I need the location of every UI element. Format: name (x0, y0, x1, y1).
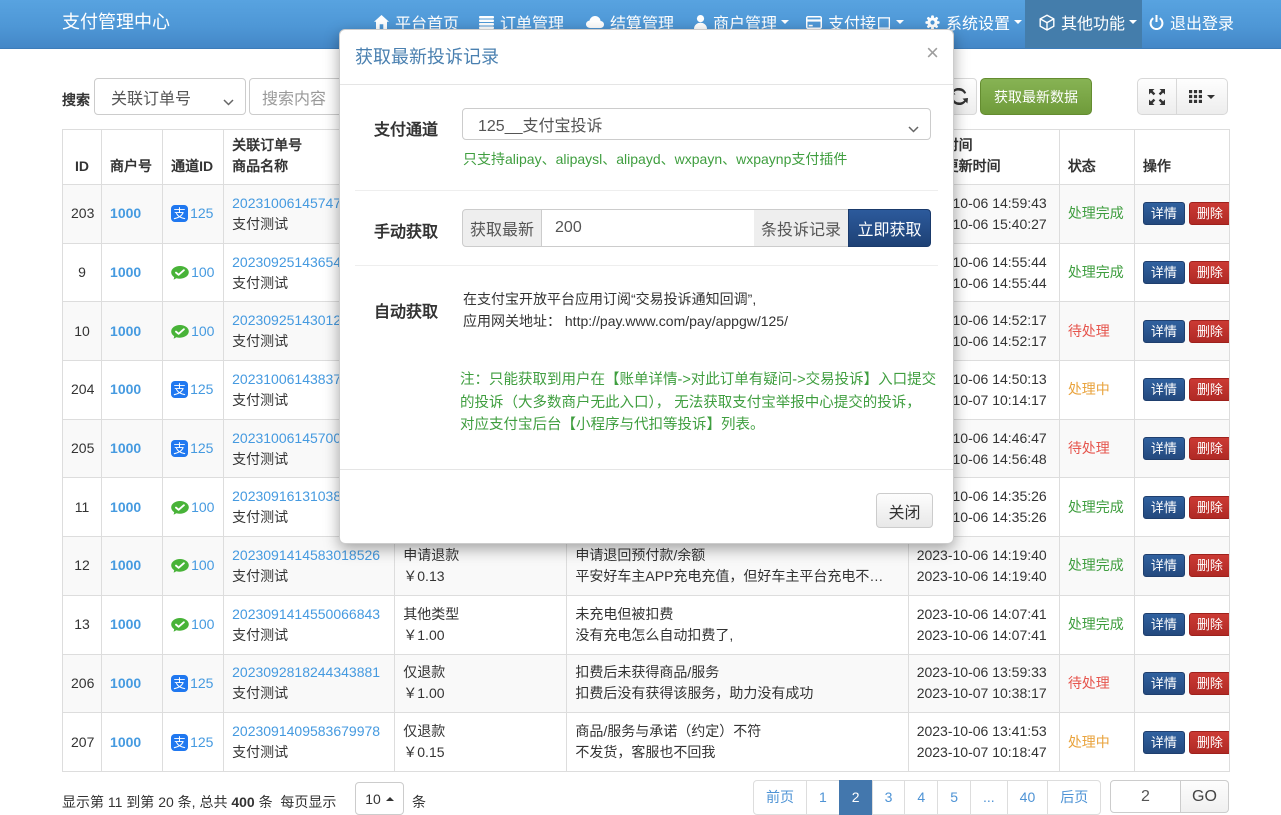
svg-text:支: 支 (173, 442, 186, 456)
svg-text:支: 支 (173, 383, 186, 397)
svg-text:支: 支 (173, 735, 186, 749)
svg-text:支: 支 (173, 677, 186, 691)
svg-text:支: 支 (173, 207, 186, 221)
